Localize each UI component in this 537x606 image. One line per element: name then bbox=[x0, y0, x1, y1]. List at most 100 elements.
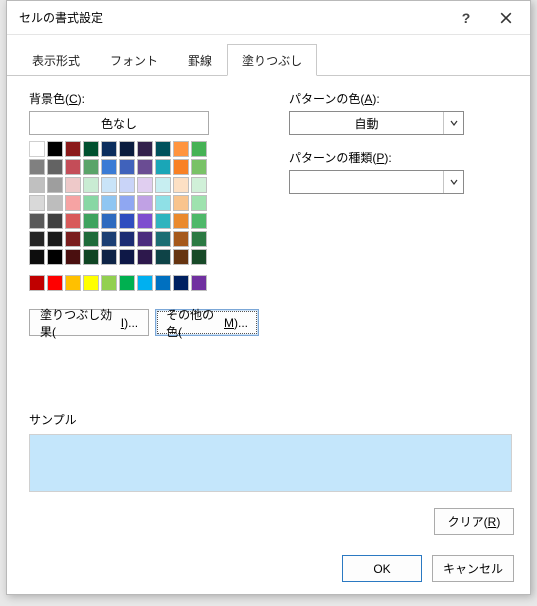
color-swatch[interactable] bbox=[29, 213, 45, 229]
help-button[interactable]: ? bbox=[446, 3, 486, 33]
ok-button[interactable]: OK bbox=[342, 555, 422, 582]
color-swatch[interactable] bbox=[47, 231, 63, 247]
color-swatch[interactable] bbox=[29, 141, 45, 157]
color-swatch[interactable] bbox=[101, 141, 117, 157]
color-swatch[interactable] bbox=[191, 141, 207, 157]
color-swatch[interactable] bbox=[65, 275, 81, 291]
color-swatch[interactable] bbox=[29, 159, 45, 175]
color-swatch[interactable] bbox=[191, 177, 207, 193]
color-swatch[interactable] bbox=[83, 177, 99, 193]
color-swatch[interactable] bbox=[83, 275, 99, 291]
color-swatch[interactable] bbox=[47, 195, 63, 211]
color-swatch[interactable] bbox=[83, 249, 99, 265]
color-swatch[interactable] bbox=[119, 159, 135, 175]
color-swatch[interactable] bbox=[119, 213, 135, 229]
close-button[interactable] bbox=[486, 3, 526, 33]
color-swatch[interactable] bbox=[173, 195, 189, 211]
cancel-button[interactable]: キャンセル bbox=[432, 555, 514, 582]
color-swatch[interactable] bbox=[29, 249, 45, 265]
color-swatch[interactable] bbox=[191, 249, 207, 265]
color-swatch[interactable] bbox=[29, 195, 45, 211]
color-swatch[interactable] bbox=[47, 213, 63, 229]
pattern-color-combo[interactable]: 自動 bbox=[289, 111, 464, 135]
color-swatch[interactable] bbox=[65, 249, 81, 265]
color-swatch[interactable] bbox=[47, 249, 63, 265]
color-swatch[interactable] bbox=[47, 177, 63, 193]
color-swatch[interactable] bbox=[65, 213, 81, 229]
color-swatch[interactable] bbox=[83, 159, 99, 175]
color-swatch[interactable] bbox=[173, 275, 189, 291]
color-swatch[interactable] bbox=[173, 249, 189, 265]
color-swatch[interactable] bbox=[137, 159, 153, 175]
tab-border[interactable]: 罫線 bbox=[173, 44, 227, 76]
color-swatch[interactable] bbox=[173, 213, 189, 229]
color-swatch[interactable] bbox=[155, 177, 171, 193]
help-icon: ? bbox=[462, 10, 471, 26]
color-swatch[interactable] bbox=[191, 213, 207, 229]
color-swatch[interactable] bbox=[155, 195, 171, 211]
color-swatch[interactable] bbox=[173, 231, 189, 247]
color-swatch[interactable] bbox=[29, 177, 45, 193]
color-swatch[interactable] bbox=[101, 231, 117, 247]
color-swatch[interactable] bbox=[119, 177, 135, 193]
color-swatch[interactable] bbox=[155, 141, 171, 157]
color-swatch[interactable] bbox=[119, 249, 135, 265]
color-swatch[interactable] bbox=[83, 231, 99, 247]
color-swatch[interactable] bbox=[65, 177, 81, 193]
sample-label: サンプル bbox=[29, 411, 512, 428]
more-colors-button[interactable]: その他の色(M)... bbox=[155, 309, 259, 336]
color-swatch[interactable] bbox=[173, 177, 189, 193]
color-swatch[interactable] bbox=[137, 213, 153, 229]
no-color-button[interactable]: 色なし bbox=[29, 111, 209, 135]
color-swatch[interactable] bbox=[101, 159, 117, 175]
color-swatch[interactable] bbox=[29, 275, 45, 291]
color-swatch[interactable] bbox=[83, 141, 99, 157]
color-swatch[interactable] bbox=[101, 177, 117, 193]
color-swatch[interactable] bbox=[65, 159, 81, 175]
format-cells-dialog: セルの書式設定 ? 表示形式 フォント 罫線 塗りつぶし 背景色(C): 色なし… bbox=[6, 0, 531, 595]
pattern-type-combo[interactable] bbox=[289, 170, 464, 194]
fill-effects-button[interactable]: 塗りつぶし効果(I)... bbox=[29, 309, 149, 336]
color-swatch[interactable] bbox=[47, 159, 63, 175]
color-swatch[interactable] bbox=[65, 195, 81, 211]
color-swatch[interactable] bbox=[101, 195, 117, 211]
color-swatch[interactable] bbox=[137, 177, 153, 193]
color-swatch[interactable] bbox=[47, 141, 63, 157]
tab-number-format[interactable]: 表示形式 bbox=[17, 44, 95, 76]
color-swatch[interactable] bbox=[155, 159, 171, 175]
color-swatch[interactable] bbox=[137, 231, 153, 247]
color-swatch[interactable] bbox=[137, 275, 153, 291]
titlebar: セルの書式設定 ? bbox=[7, 1, 530, 35]
color-swatch[interactable] bbox=[137, 141, 153, 157]
color-swatch[interactable] bbox=[101, 213, 117, 229]
color-swatch[interactable] bbox=[119, 141, 135, 157]
color-swatch[interactable] bbox=[65, 141, 81, 157]
color-swatch[interactable] bbox=[173, 141, 189, 157]
color-swatch[interactable] bbox=[191, 231, 207, 247]
color-swatch[interactable] bbox=[137, 249, 153, 265]
color-swatch[interactable] bbox=[83, 195, 99, 211]
sample-preview bbox=[29, 434, 512, 492]
color-swatch[interactable] bbox=[155, 275, 171, 291]
color-swatch[interactable] bbox=[191, 275, 207, 291]
color-swatch[interactable] bbox=[65, 231, 81, 247]
color-swatch[interactable] bbox=[191, 159, 207, 175]
color-swatch[interactable] bbox=[119, 275, 135, 291]
tab-font[interactable]: フォント bbox=[95, 44, 173, 76]
color-swatch[interactable] bbox=[119, 231, 135, 247]
color-swatch[interactable] bbox=[119, 195, 135, 211]
color-swatch[interactable] bbox=[155, 213, 171, 229]
color-swatch[interactable] bbox=[155, 231, 171, 247]
bgcolor-label: 背景色(C): bbox=[29, 90, 259, 107]
color-swatch[interactable] bbox=[47, 275, 63, 291]
color-swatch[interactable] bbox=[83, 213, 99, 229]
color-swatch[interactable] bbox=[101, 249, 117, 265]
color-swatch[interactable] bbox=[29, 231, 45, 247]
clear-button[interactable]: クリア(R) bbox=[434, 508, 514, 535]
color-swatch[interactable] bbox=[137, 195, 153, 211]
tab-fill[interactable]: 塗りつぶし bbox=[227, 44, 317, 76]
color-swatch[interactable] bbox=[173, 159, 189, 175]
color-swatch[interactable] bbox=[155, 249, 171, 265]
color-swatch[interactable] bbox=[101, 275, 117, 291]
color-swatch[interactable] bbox=[191, 195, 207, 211]
